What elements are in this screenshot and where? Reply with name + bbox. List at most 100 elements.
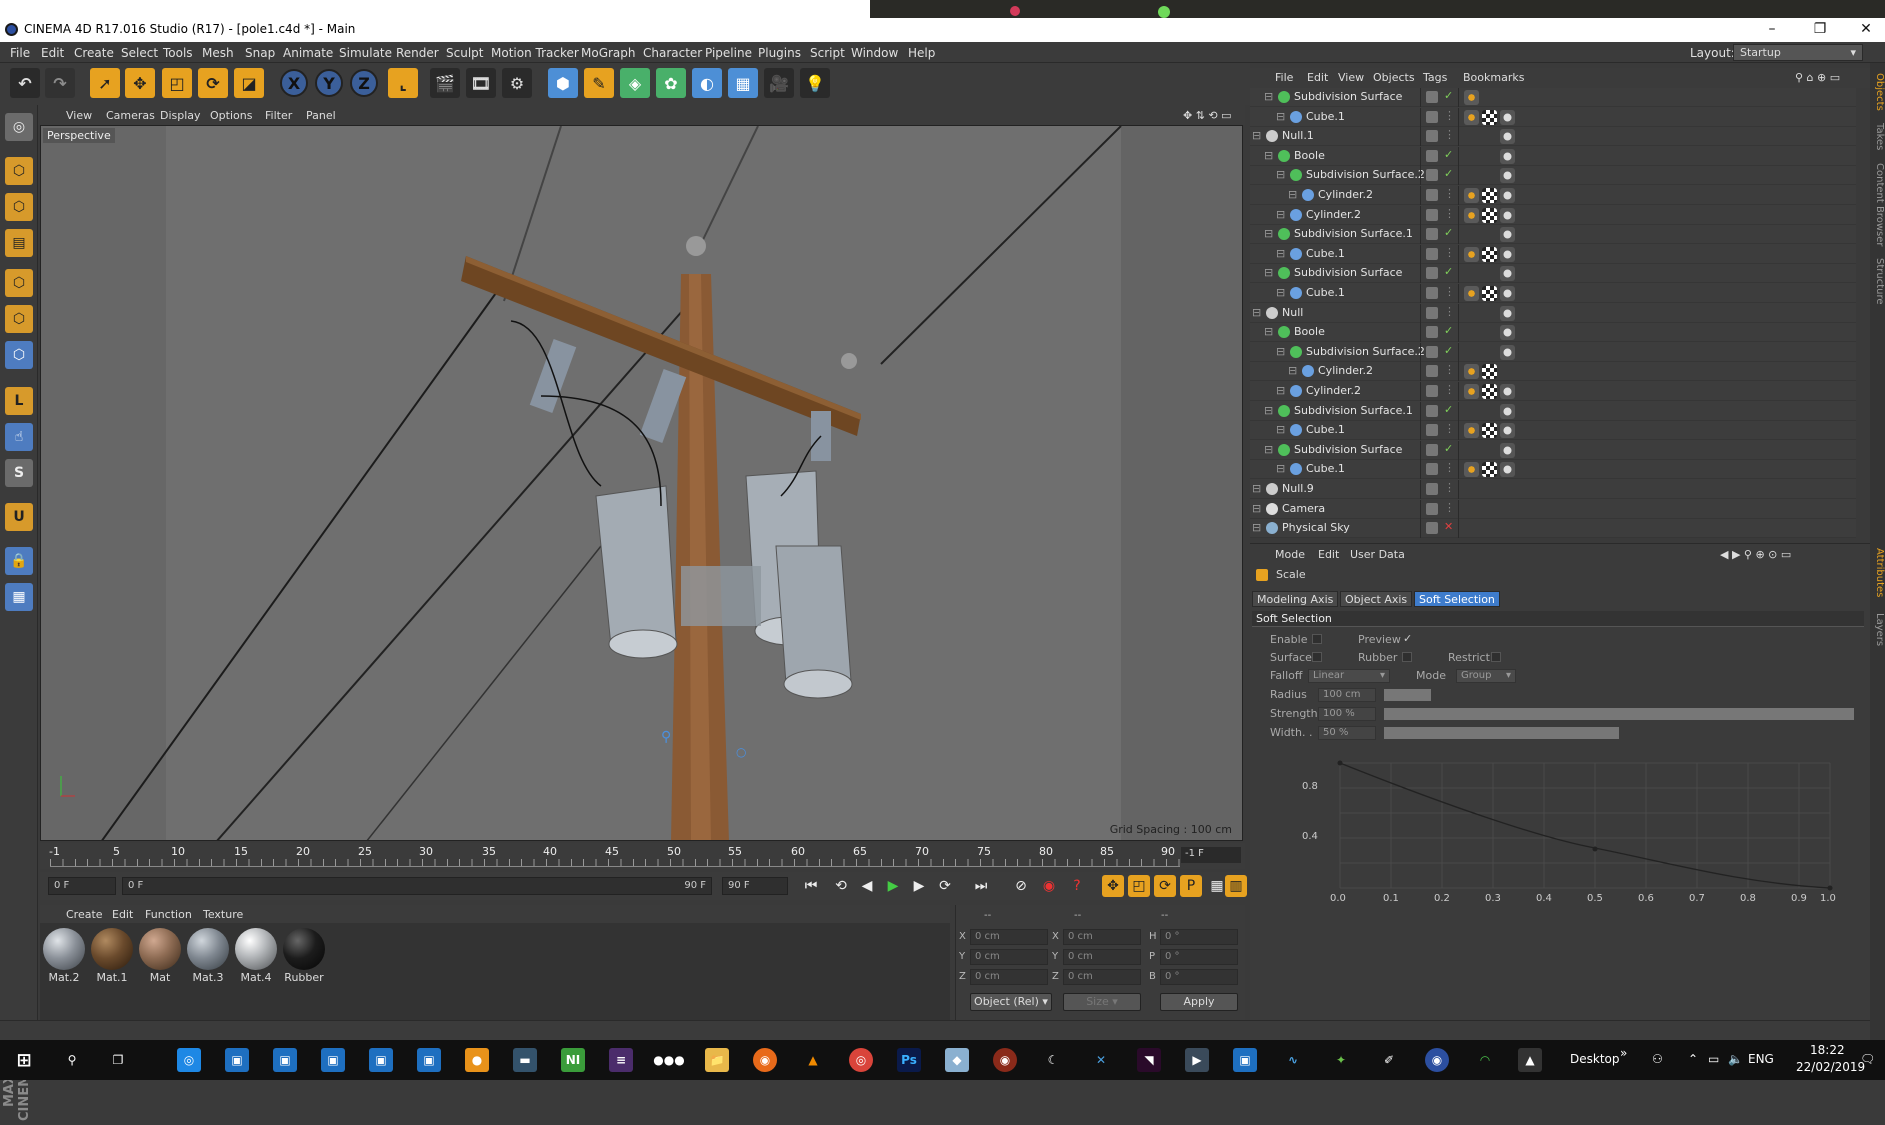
language-indicator[interactable]: ENG (1748, 1052, 1774, 1066)
viewport-menu-filter[interactable]: Filter (265, 109, 292, 122)
object-name[interactable]: Cube.1 (1306, 423, 1345, 436)
photoshop-icon[interactable]: Ps (897, 1048, 921, 1072)
object-menu-view[interactable]: View (1338, 71, 1364, 84)
next-key-icon[interactable]: ⟳ (934, 875, 956, 897)
uvw-tag-icon[interactable] (1482, 462, 1497, 478)
expand-toggle-icon[interactable]: ⊟ (1276, 247, 1285, 260)
cube-object-icon[interactable]: ⬢ (548, 68, 578, 98)
end-frame-field[interactable]: 90 F (722, 877, 788, 895)
menu-select[interactable]: Select (121, 46, 158, 60)
size-y-field[interactable]: 0 cm (1063, 949, 1141, 965)
people-icon[interactable]: ⚇ (1652, 1052, 1663, 1066)
enable-toggle-icon[interactable]: ⋮ (1444, 246, 1455, 259)
menu-pipeline[interactable]: Pipeline (705, 46, 752, 60)
object-name[interactable]: Subdivision Surface.1 (1294, 404, 1413, 417)
expand-toggle-icon[interactable]: ⊟ (1276, 208, 1285, 221)
expand-toggle-icon[interactable]: ⊟ (1276, 384, 1285, 397)
object-row[interactable]: ⊟ Cube.1 ⋮ (1250, 460, 1856, 480)
expand-toggle-icon[interactable]: ⊟ (1276, 286, 1285, 299)
object-row[interactable]: ⊟ Subdivision Surface ✓ (1250, 440, 1856, 460)
cinema4d-taskbar-icon[interactable]: ◉ (1425, 1048, 1449, 1072)
enable-toggle-icon[interactable]: ⋮ (1444, 461, 1455, 474)
object-name[interactable]: Subdivision Surface.2 (1306, 168, 1425, 181)
current-frame-field[interactable]: -1 F (1181, 847, 1241, 863)
timeline-ruler[interactable]: -1 5 10 15 20 25 30 35 40 45 50 55 60 65… (40, 843, 1245, 869)
menu-tools[interactable]: Tools (163, 46, 193, 60)
phong-tag-icon[interactable] (1500, 148, 1515, 164)
falloff-graph[interactable]: 0.8 0.4 0.0 0.1 0.2 0.3 0.4 0.5 0.6 0.7 … (1290, 743, 1860, 983)
expand-toggle-icon[interactable]: ⊟ (1252, 482, 1261, 495)
menu-help[interactable]: Help (908, 46, 935, 60)
position-z-field[interactable]: 0 cm (970, 969, 1048, 985)
rotation-b-field[interactable]: 0 ° (1160, 969, 1238, 985)
phong-tag-icon[interactable] (1500, 344, 1515, 360)
rubber-checkbox[interactable] (1402, 652, 1412, 662)
viewport-navigation-icons[interactable]: ✥ ⇅ ⟲ ▭ (1183, 109, 1232, 122)
menu-sculpt[interactable]: Sculpt (446, 46, 483, 60)
key-position-icon[interactable]: ✥ (1102, 875, 1124, 897)
task-view-icon[interactable]: ❐ (106, 1048, 130, 1072)
rotation-h-field[interactable]: 0 ° (1160, 929, 1238, 945)
layer-icon[interactable] (1426, 463, 1438, 476)
object-name[interactable]: Null.1 (1282, 129, 1314, 142)
chrome-icon[interactable]: ◎ (849, 1048, 873, 1072)
viewport-menu-cameras[interactable]: Cameras (106, 109, 155, 122)
layer-icon[interactable] (1426, 110, 1438, 123)
object-row[interactable]: ⊟ Camera ⋮ (1250, 499, 1856, 519)
clock-date[interactable]: 22/02/2019 (1796, 1060, 1865, 1074)
snap-icon[interactable]: U (5, 503, 33, 531)
enable-toggle-icon[interactable]: ⋮ (1444, 109, 1455, 122)
expand-toggle-icon[interactable]: ⊟ (1264, 325, 1273, 338)
layer-icon[interactable] (1426, 522, 1438, 535)
surface-checkbox[interactable] (1312, 652, 1322, 662)
menu-create[interactable]: Create (74, 46, 114, 60)
apply-button[interactable]: Apply (1160, 993, 1238, 1011)
object-row[interactable]: ⊟ Null.1 ⋮ (1250, 127, 1856, 147)
layer-icon[interactable] (1426, 169, 1438, 182)
expand-toggle-icon[interactable]: ⊟ (1276, 345, 1285, 358)
expand-toggle-icon[interactable]: ⊟ (1288, 364, 1297, 377)
material-menu-edit[interactable]: Edit (112, 908, 133, 921)
menu-snap[interactable]: Snap (245, 46, 275, 60)
object-name[interactable]: Subdivision Surface (1294, 266, 1402, 279)
record-active-icon[interactable]: ⊘ (1010, 875, 1032, 897)
live-selection-icon[interactable]: ➚ (90, 68, 120, 98)
key-rotation-icon[interactable]: ⟳ (1154, 875, 1176, 897)
layer-icon[interactable] (1426, 189, 1438, 201)
object-name[interactable]: Cylinder.2 (1318, 188, 1373, 201)
menu-mograph[interactable]: MoGraph (581, 46, 636, 60)
autokey-icon[interactable]: ◉ (1038, 875, 1060, 897)
object-menu-edit[interactable]: Edit (1307, 71, 1328, 84)
app-icon-light-blue[interactable]: ◆ (945, 1048, 969, 1072)
enable-toggle-icon[interactable]: ⋮ (1444, 383, 1455, 396)
solo-mode-icon[interactable]: S (5, 459, 33, 487)
phong-tag-icon[interactable] (1500, 109, 1515, 125)
falloff-dropdown[interactable]: Linear ▾ (1308, 669, 1390, 683)
layer-icon[interactable] (1426, 267, 1438, 280)
app-icon-window[interactable]: ▣ (225, 1048, 249, 1072)
enable-toggle-icon[interactable]: ⋮ (1444, 481, 1455, 494)
toolbar-expand-icon[interactable]: » (1620, 1046, 1627, 1060)
texture-tag-icon[interactable] (1464, 423, 1479, 439)
deformer-icon[interactable]: ◐ (692, 68, 722, 98)
menu-plugins[interactable]: Plugins (758, 46, 801, 60)
layer-icon[interactable] (1426, 247, 1438, 260)
file-explorer-icon[interactable]: 📁 (705, 1048, 729, 1072)
object-name[interactable]: Subdivision Surface.2 (1306, 345, 1425, 358)
phong-tag-icon[interactable] (1500, 246, 1515, 262)
phong-tag-icon[interactable] (1500, 442, 1515, 458)
tray-overflow-icon[interactable]: ⌃ (1688, 1052, 1698, 1066)
phong-tag-icon[interactable] (1500, 305, 1515, 321)
enable-toggle-icon[interactable]: ⋮ (1444, 128, 1455, 141)
floor-environment-icon[interactable]: ▦ (728, 68, 758, 98)
app-icon-purple[interactable]: ≡ (609, 1048, 633, 1072)
material-swatch[interactable]: Mat (138, 928, 182, 984)
object-name[interactable]: Cube.1 (1306, 247, 1345, 260)
object-row[interactable]: ⊟ Cube.1 ⋮ (1250, 244, 1856, 264)
object-name[interactable]: Null (1282, 306, 1303, 319)
rotate-icon[interactable]: ⟳ (198, 68, 228, 98)
tab-modeling-axis[interactable]: Modeling Axis (1252, 591, 1339, 607)
minimize-button[interactable]: – (1752, 18, 1792, 40)
menu-motion-tracker[interactable]: Motion Tracker (491, 46, 579, 60)
app-icon-arrow[interactable]: ▶ (1185, 1048, 1209, 1072)
